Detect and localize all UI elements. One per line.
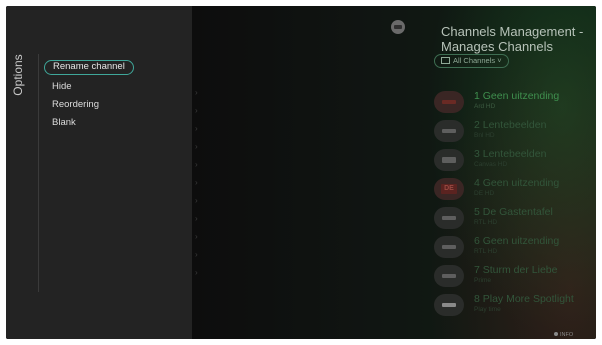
panel-divider bbox=[38, 54, 39, 292]
channel-row[interactable]: 6 Geen uitzending RTL HD bbox=[434, 233, 594, 262]
de-logo-icon: DE bbox=[434, 178, 464, 200]
chevron-right-icon: › bbox=[195, 232, 198, 241]
info-icon bbox=[554, 332, 558, 336]
channel-name: 1 Geen uitzending bbox=[474, 90, 560, 102]
chevron-right-icon: › bbox=[195, 124, 198, 133]
chevron-right-icon: › bbox=[195, 250, 198, 259]
channel-name: 3 Lentebeelden bbox=[474, 148, 547, 160]
channel-sub: Play time bbox=[474, 306, 501, 313]
menu-item-rename-channel[interactable]: Rename channel bbox=[44, 60, 134, 75]
channel-row[interactable]: 5 De Gastentafel RTL HD bbox=[434, 204, 594, 233]
channel-sub: Prime bbox=[474, 277, 491, 284]
channel-filter-dropdown[interactable]: All Channels ˅ bbox=[434, 54, 509, 68]
tv-logo-icon bbox=[434, 149, 464, 171]
tv-logo-icon bbox=[434, 120, 464, 142]
channel-name: 6 Geen uitzending bbox=[474, 235, 560, 247]
chevron-right-icon: › bbox=[195, 160, 198, 169]
channel-name: 7 Sturm der Liebe bbox=[474, 264, 558, 276]
tv-logo-icon bbox=[434, 91, 464, 113]
channel-row[interactable]: 1 Geen uitzending Ard HD › bbox=[434, 88, 594, 117]
info-label: INFO bbox=[560, 332, 574, 338]
channel-name: 2 Lentebeelden bbox=[474, 119, 547, 131]
tv-logo-icon bbox=[434, 294, 464, 316]
channel-row[interactable]: 2 Lentebeelden Bnl HD bbox=[434, 117, 594, 146]
channel-sub: Ard HD bbox=[474, 103, 496, 110]
channel-sub: RTL HD bbox=[474, 248, 498, 255]
chevron-right-icon: › bbox=[195, 106, 198, 115]
channel-row[interactable]: 3 Lentebeelden Canvas HD bbox=[434, 146, 594, 175]
menu-item-blank[interactable]: Blank bbox=[44, 114, 134, 132]
tv-logo-icon bbox=[434, 265, 464, 287]
channels-title: Channels Management - Manages Channels bbox=[441, 24, 584, 54]
channel-row[interactable]: 8 Play More Spotlight Play time bbox=[434, 291, 594, 320]
tv-logo-icon bbox=[434, 207, 464, 229]
channel-sub: Bnl HD bbox=[474, 132, 495, 139]
chevron-right-icon: › bbox=[195, 88, 198, 97]
info-hint: INFO bbox=[554, 332, 573, 338]
channel-name: 5 De Gastentafel bbox=[474, 206, 553, 218]
options-menu: Rename channel Hide Reordering Blank bbox=[44, 60, 134, 132]
chevron-right-icon: › bbox=[195, 196, 198, 205]
channel-name: 8 Play More Spotlight bbox=[474, 293, 574, 305]
chevron-right-icon: › bbox=[195, 268, 198, 277]
menu-icon bbox=[394, 25, 402, 29]
tv-logo-icon bbox=[434, 236, 464, 258]
list-icon bbox=[441, 57, 450, 64]
chevron-right-icon: › bbox=[195, 214, 198, 223]
channel-name: 4 Geen uitzending bbox=[474, 177, 560, 189]
filter-label: All Channels bbox=[453, 56, 496, 65]
menu-item-hide[interactable]: Hide bbox=[44, 78, 134, 96]
menu-item-reordering[interactable]: Reordering bbox=[44, 96, 134, 114]
channel-list: 1 Geen uitzending Ard HD › 2 Lentebeelde… bbox=[434, 88, 594, 320]
channel-row[interactable]: 7 Sturm der Liebe Prime bbox=[434, 262, 594, 291]
channel-row[interactable]: DE 4 Geen uitzending DE HD bbox=[434, 175, 594, 204]
chevron-right-icon: › bbox=[195, 142, 198, 151]
channel-sub: Canvas HD bbox=[474, 161, 508, 168]
channel-sub: RTL HD bbox=[474, 219, 498, 226]
channel-sub: DE HD bbox=[474, 190, 495, 197]
tv-screen: Options Rename channel Hide Reordering B… bbox=[6, 6, 596, 339]
options-toggle-button[interactable] bbox=[391, 20, 405, 34]
options-panel: Options Rename channel Hide Reordering B… bbox=[6, 6, 192, 339]
options-title: Options bbox=[11, 54, 25, 96]
chevron-right-icon: › bbox=[195, 178, 198, 187]
